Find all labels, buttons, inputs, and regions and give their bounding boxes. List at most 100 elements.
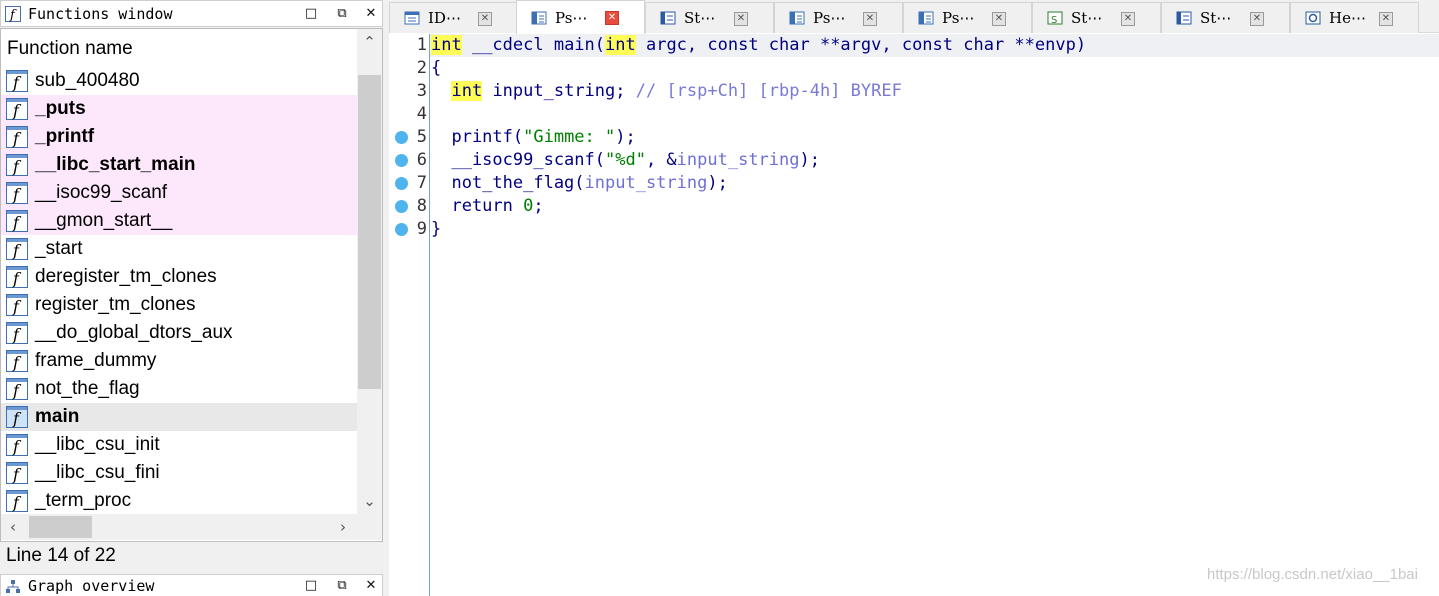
functions-rows: f sub_400480 f _puts f _printf f __libc_star…	[1, 67, 357, 515]
function-row[interactable]: f __isoc99_scanf	[1, 179, 357, 207]
function-row[interactable]: f frame_dummy	[1, 347, 357, 375]
scroll-down-icon[interactable]: ⌄	[357, 488, 382, 514]
pseudocode-icon	[531, 11, 547, 25]
close-button[interactable]: ✕	[363, 6, 379, 22]
restore-button[interactable]: ⧉	[334, 578, 350, 594]
tab[interactable]: ID⋯ ✕	[389, 2, 518, 33]
code-token: );	[615, 127, 636, 147]
scroll-left-icon[interactable]: ‹	[1, 514, 25, 540]
function-icon: f	[6, 210, 28, 232]
close-button[interactable]: ✕	[363, 578, 379, 594]
tab[interactable]: St⋯ ✕	[1161, 2, 1290, 33]
tab-close-icon[interactable]: ✕	[478, 12, 492, 26]
horizontal-scrollbar[interactable]: ‹ ›	[1, 514, 357, 540]
function-row[interactable]: f __libc_csu_fini	[1, 459, 357, 487]
restore-button[interactable]: ⧉	[334, 6, 350, 22]
tab-close-icon[interactable]: ✕	[1250, 12, 1264, 26]
pseudocode-view[interactable]: 1 int __cdecl main(int argc, const char *…	[389, 34, 1439, 596]
code-token: not_the_flag(	[431, 173, 585, 193]
code-text[interactable]: __isoc99_scanf("%d", &input_string);	[431, 149, 820, 172]
code-line[interactable]: 5 printf("Gimme: ");	[389, 126, 1439, 149]
horizontal-scroll-thumb[interactable]	[29, 516, 92, 538]
minimize-button[interactable]: □	[303, 578, 319, 594]
tab-close-icon[interactable]: ✕	[863, 12, 877, 26]
tab[interactable]: Ps⋯ ✕	[774, 2, 903, 33]
code-text[interactable]: int __cdecl main(int argc, const char **…	[431, 34, 1086, 57]
keyword-token: int	[605, 35, 636, 55]
tab[interactable]: Ps⋯ ✕	[516, 0, 645, 34]
scroll-up-icon[interactable]: ⌃	[357, 29, 382, 55]
code-text[interactable]: return 0;	[431, 195, 543, 218]
function-row[interactable]: f _puts	[1, 95, 357, 123]
code-line[interactable]: 2{	[389, 57, 1439, 80]
code-line[interactable]: 6 __isoc99_scanf("%d", &input_string);	[389, 149, 1439, 172]
function-row[interactable]: f __do_global_dtors_aux	[1, 319, 357, 347]
tab-close-icon[interactable]: ✕	[992, 12, 1006, 26]
tab-close-icon[interactable]: ✕	[605, 11, 619, 25]
function-row[interactable]: f sub_400480	[1, 67, 357, 95]
code-text[interactable]: printf("Gimme: ");	[431, 126, 636, 149]
function-row[interactable]: f not_the_flag	[1, 375, 357, 403]
function-icon: f	[6, 126, 28, 148]
function-icon: f	[6, 434, 28, 456]
pseudocode-pane: ID⋯ ✕ Ps⋯ ✕ St⋯ ✕ Ps⋯ ✕ Ps⋯ ✕ S St⋯ ✕ St⋯ ✕ He⋯ ✕ 1 int _…	[389, 0, 1439, 596]
function-icon: f	[6, 70, 28, 92]
function-row[interactable]: f __libc_start_main	[1, 151, 357, 179]
code-line[interactable]: 9}	[389, 218, 1439, 241]
tab[interactable]: St⋯ ✕	[645, 2, 774, 33]
code-text[interactable]: int input_string; // [rsp+Ch] [rbp-4h] B…	[431, 80, 902, 103]
tab-label: Ps⋯	[555, 9, 588, 27]
vertical-scroll-thumb[interactable]	[358, 75, 381, 389]
function-row[interactable]: f __gmon_start__	[1, 207, 357, 235]
code-line[interactable]: 8 return 0;	[389, 195, 1439, 218]
graph-overview-titlebar[interactable]: Graph overview □ ⧉ ✕	[0, 574, 383, 596]
function-row[interactable]: f _printf	[1, 123, 357, 151]
line-status: Line 14 of 22	[6, 545, 116, 566]
tab-label: Ps⋯	[942, 9, 975, 27]
line-number: 1	[416, 35, 427, 55]
code-text[interactable]: {	[431, 57, 441, 80]
tab[interactable]: Ps⋯ ✕	[903, 2, 1032, 33]
function-row[interactable]: f register_tm_clones	[1, 291, 357, 319]
tab-close-icon[interactable]: ✕	[1379, 12, 1393, 26]
function-name-column-header[interactable]: Function name	[7, 38, 133, 60]
function-row[interactable]: f __libc_csu_init	[1, 431, 357, 459]
code-line[interactable]: 3 int input_string; // [rsp+Ch] [rbp-4h]…	[389, 80, 1439, 103]
tab-label: ID⋯	[428, 9, 461, 27]
function-name: __libc_start_main	[35, 154, 196, 175]
minimize-button[interactable]: □	[303, 6, 319, 22]
function-row[interactable]: f _start	[1, 235, 357, 263]
code-line[interactable]: 1 int __cdecl main(int argc, const char *…	[389, 34, 1439, 57]
code-token: }	[431, 219, 442, 239]
ida-view-icon	[404, 11, 420, 25]
line-number: 2	[416, 58, 427, 78]
keyword-token: int	[431, 35, 462, 55]
function-name: __isoc99_scanf	[35, 182, 168, 203]
function-icon: f	[6, 406, 28, 428]
function-icon: f	[6, 98, 28, 120]
functions-window-titlebar[interactable]: f Functions window □ ⧉ ✕	[0, 0, 383, 27]
structures-icon	[1176, 11, 1192, 25]
function-row[interactable]: f main	[1, 403, 357, 431]
tab[interactable]: S St⋯ ✕	[1032, 2, 1161, 33]
tab-close-icon[interactable]: ✕	[1121, 12, 1135, 26]
scroll-right-icon[interactable]: ›	[331, 514, 355, 540]
pseudocode-icon	[918, 11, 934, 25]
functions-list[interactable]: Function name f sub_400480 f _puts f _print…	[0, 28, 383, 542]
function-row[interactable]: f _term_proc	[1, 487, 357, 515]
vertical-scrollbar[interactable]: ⌃ ⌄	[357, 29, 382, 514]
function-icon: f	[6, 294, 28, 316]
variable-token: input_string	[676, 150, 800, 170]
code-line[interactable]: 4	[389, 103, 1439, 126]
hex-view-icon	[1305, 11, 1321, 25]
functions-window-title: Functions window	[28, 5, 173, 23]
code-text[interactable]: }	[431, 218, 441, 241]
function-icon: f	[6, 378, 28, 400]
tab-close-icon[interactable]: ✕	[734, 12, 748, 26]
code-line[interactable]: 7 not_the_flag(input_string);	[389, 172, 1439, 195]
code-text[interactable]: not_the_flag(input_string);	[431, 172, 727, 195]
function-row[interactable]: f deregister_tm_clones	[1, 263, 357, 291]
function-name: __gmon_start__	[35, 210, 173, 231]
tab[interactable]: He⋯ ✕	[1290, 2, 1419, 33]
